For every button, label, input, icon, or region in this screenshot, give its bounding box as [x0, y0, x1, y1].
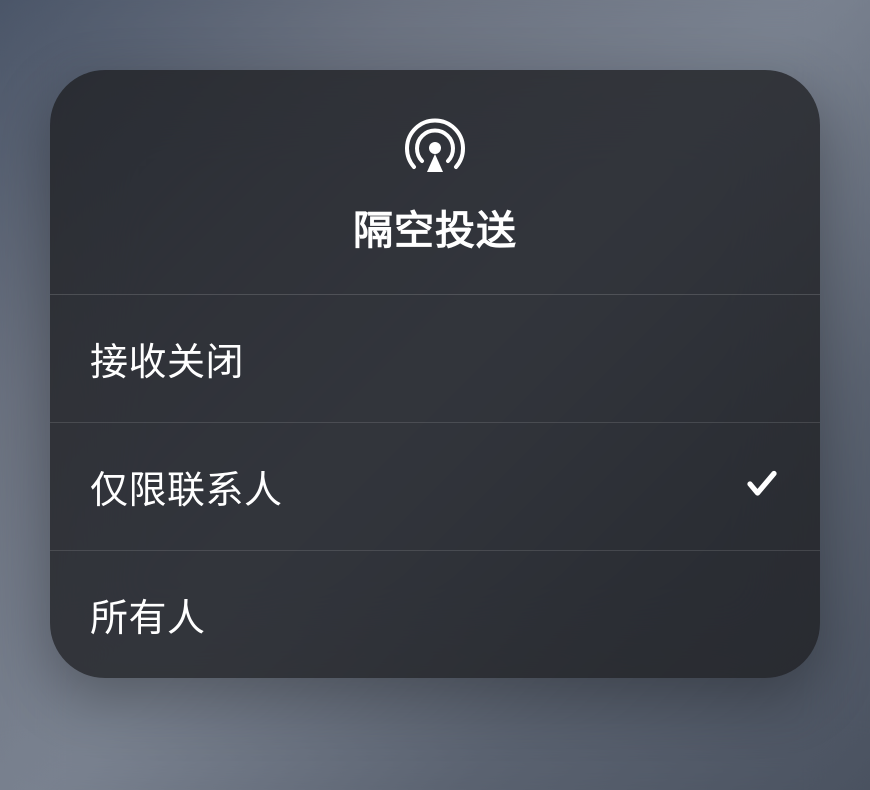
checkmark-icon: [744, 466, 780, 507]
panel-header: 隔空投送: [50, 70, 820, 295]
option-label: 所有人: [90, 587, 206, 642]
option-label: 仅限联系人: [90, 459, 283, 514]
option-list: 接收关闭 仅限联系人 所有人: [50, 295, 820, 678]
airdrop-panel: 隔空投送 接收关闭 仅限联系人 所有人: [50, 70, 820, 678]
option-receiving-off[interactable]: 接收关闭: [50, 295, 820, 423]
option-contacts-only[interactable]: 仅限联系人: [50, 423, 820, 551]
option-everyone[interactable]: 所有人: [50, 551, 820, 678]
airdrop-icon: [403, 112, 467, 176]
option-label: 接收关闭: [90, 331, 244, 386]
panel-title: 隔空投送: [353, 198, 517, 256]
